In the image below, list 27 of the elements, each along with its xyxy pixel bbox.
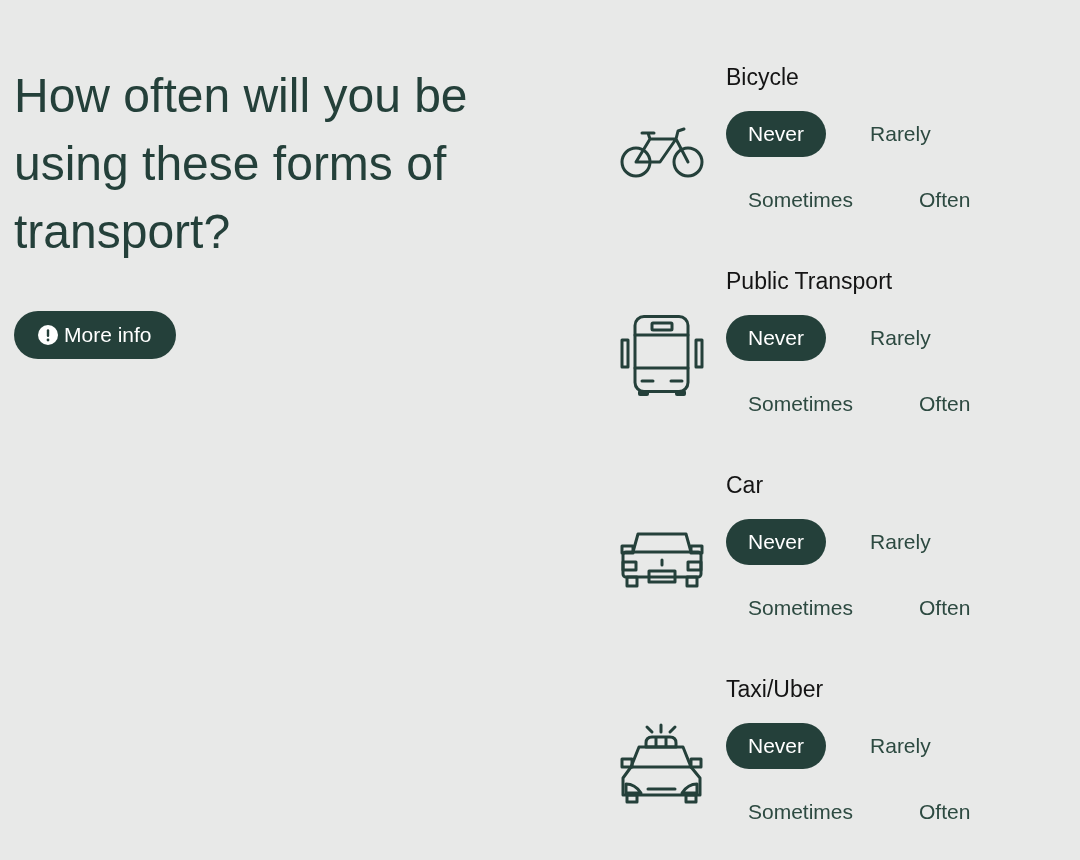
frequency-option[interactable]: Sometimes	[726, 381, 876, 427]
frequency-option[interactable]: Never	[726, 723, 827, 769]
frequency-option[interactable]: Never	[726, 315, 827, 361]
bicycle-icon	[620, 125, 704, 178]
frequency-option[interactable]: Often	[897, 177, 993, 223]
frequency-option[interactable]: Sometimes	[726, 177, 876, 223]
frequency-option[interactable]: Sometimes	[726, 585, 876, 631]
frequency-option[interactable]: Often	[897, 789, 993, 835]
frequency-option[interactable]: Often	[897, 381, 993, 427]
frequency-option[interactable]: Often	[897, 585, 993, 631]
frequency-option[interactable]: Rarely	[848, 723, 953, 769]
more-info-button[interactable]: More info	[14, 311, 176, 359]
frequency-option[interactable]: Never	[726, 519, 827, 565]
bus-icon	[620, 314, 704, 397]
exclamation-icon	[38, 325, 58, 345]
frequency-option[interactable]: Rarely	[848, 111, 953, 157]
taxi-icon	[620, 722, 704, 805]
frequency-option[interactable]: Never	[726, 111, 827, 157]
frequency-option[interactable]: Rarely	[848, 519, 953, 565]
frequency-option[interactable]: Rarely	[848, 315, 953, 361]
transport-label: Public Transport	[726, 267, 893, 296]
transport-label: Taxi/Uber	[726, 675, 824, 704]
car-icon	[620, 531, 704, 588]
transport-label: Car	[726, 471, 764, 500]
frequency-option[interactable]: Sometimes	[726, 789, 876, 835]
transport-label: Bicycle	[726, 63, 799, 92]
question-heading: How often will you be using these forms of transport?	[14, 68, 469, 260]
